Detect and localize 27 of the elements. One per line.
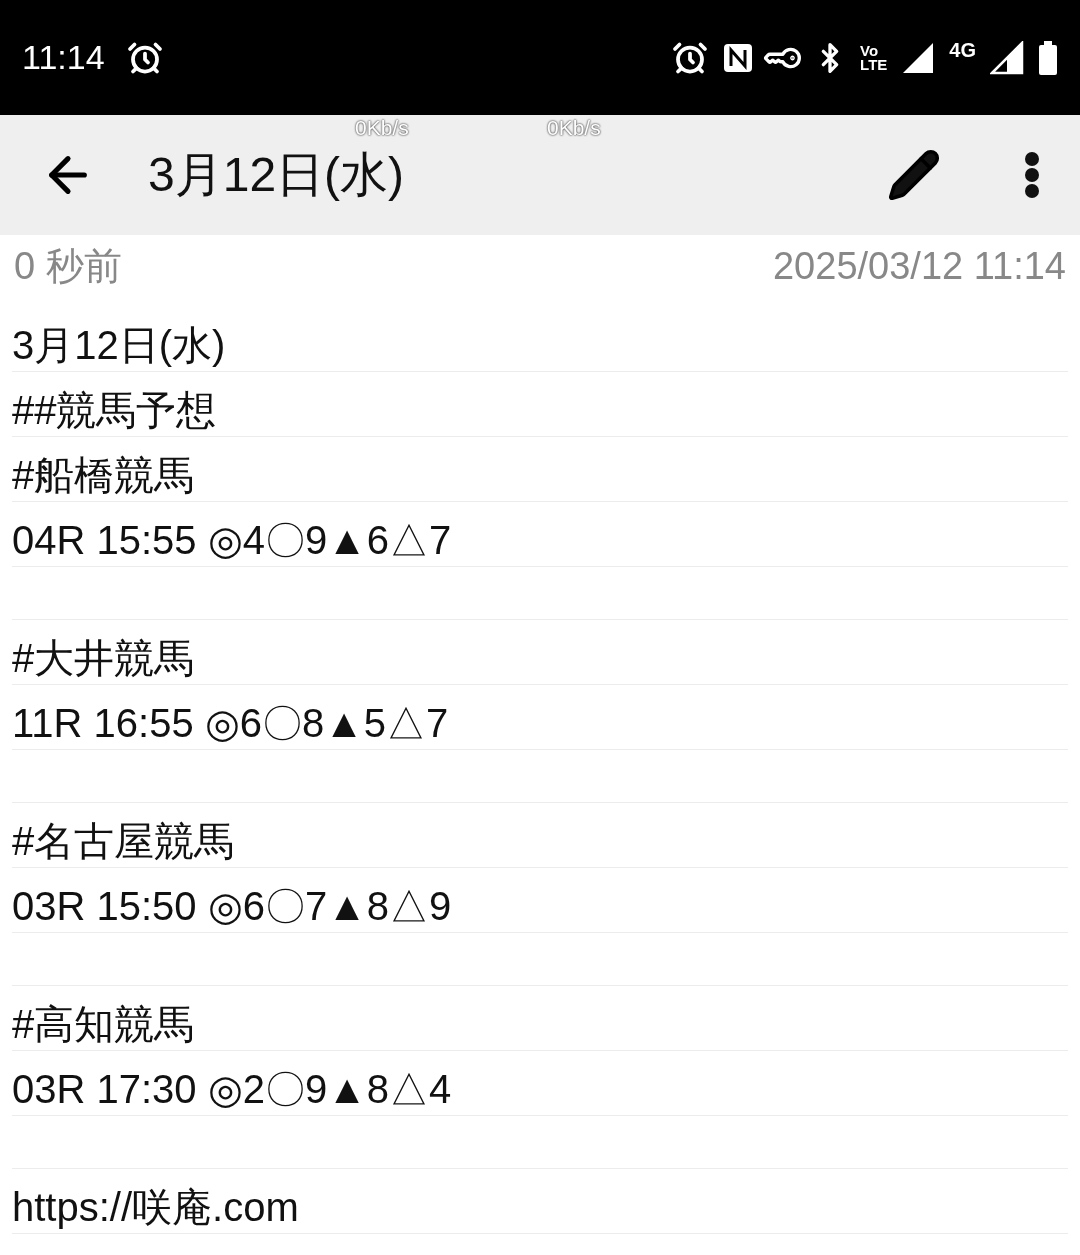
- timestamp: 2025/03/12 11:14: [773, 243, 1066, 289]
- clock-time: 11:14: [22, 37, 105, 78]
- nfc-icon: [722, 41, 755, 74]
- note-title: 3月12日(水): [148, 151, 405, 199]
- more-button[interactable]: [1024, 151, 1040, 199]
- signal-icon: [990, 40, 1024, 75]
- note-line: 11R 16:55 ◎6〇8▲5△7: [12, 700, 449, 747]
- note-line: #高知競馬: [12, 1001, 195, 1048]
- note-line: #船橋競馬: [12, 452, 195, 499]
- note-line: 3月12日(水): [12, 322, 226, 369]
- note-line: 03R 15:50 ◎6〇7▲8△9: [12, 883, 452, 930]
- note-line: #大井競馬: [12, 635, 195, 682]
- more-icon: [1024, 151, 1040, 199]
- note-line: #名古屋競馬: [12, 818, 235, 865]
- speed-overlay: 0Kb/s: [355, 117, 409, 138]
- note-line: https://咲庵.com: [12, 1184, 299, 1231]
- battery-icon: [1038, 40, 1058, 75]
- speed-overlay: 0Kb/s: [547, 117, 601, 138]
- volte-label: Vo: [860, 43, 880, 58]
- edit-button[interactable]: [886, 147, 942, 203]
- note-line: ##競馬予想: [12, 387, 217, 434]
- pencil-icon: [886, 147, 942, 203]
- note-line: 04R 15:55 ◎4〇9▲6△7: [12, 517, 452, 564]
- volte-label: LTE: [860, 57, 888, 72]
- note-line: 03R 17:30 ◎2〇9▲8△4: [12, 1066, 452, 1113]
- relative-time: 0 秒前: [14, 243, 122, 289]
- network-label: 4G: [949, 37, 976, 63]
